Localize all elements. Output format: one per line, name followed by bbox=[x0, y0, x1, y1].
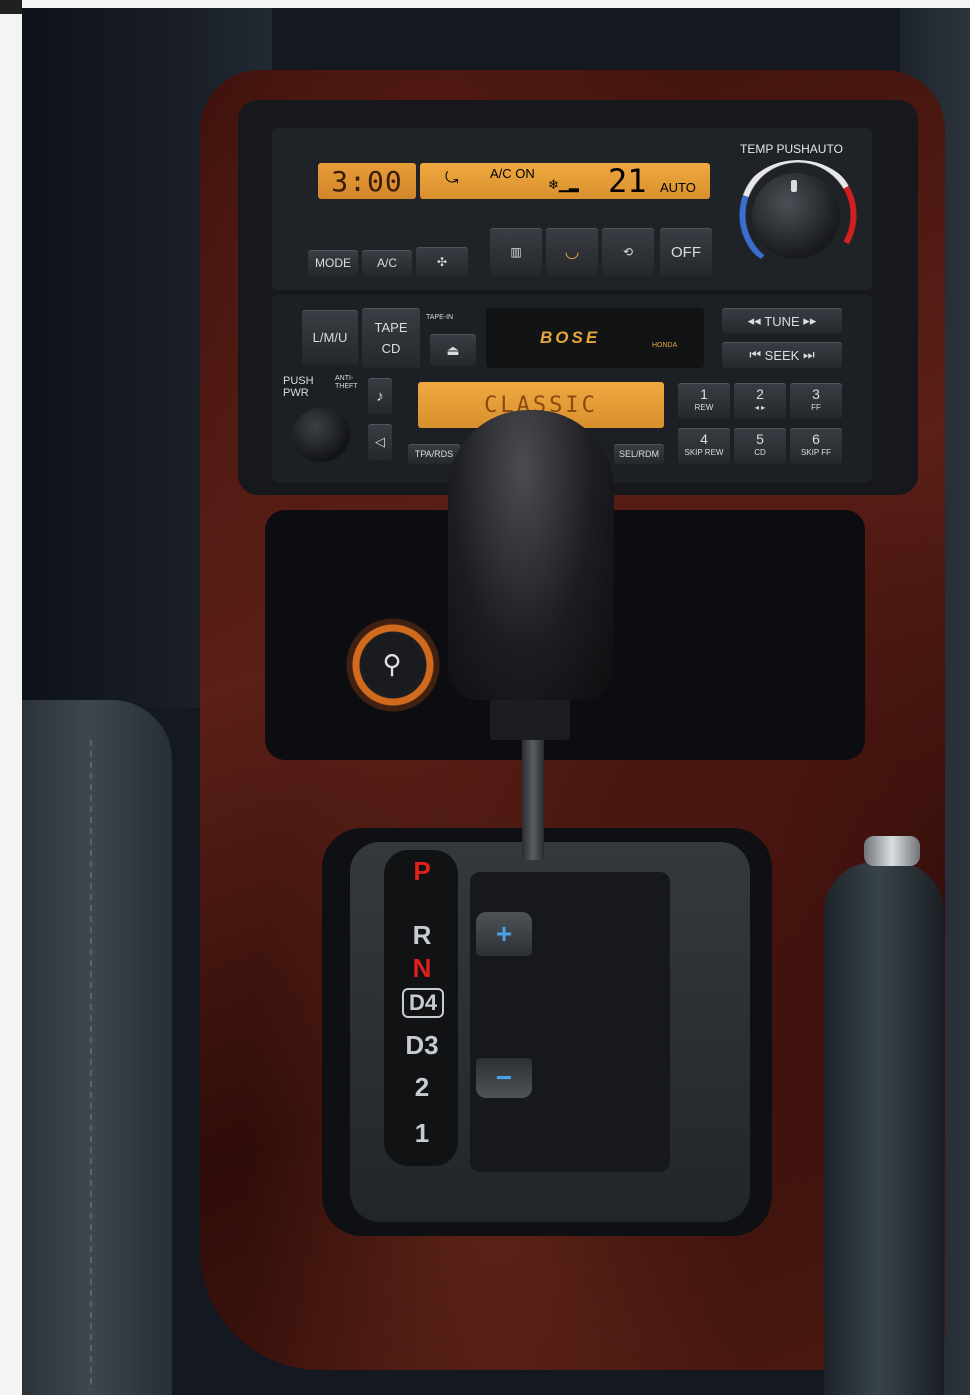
handbrake-lever[interactable] bbox=[824, 862, 944, 1395]
band-button[interactable]: L/M/U bbox=[302, 310, 358, 365]
preset-sub-label: ◂ ▸ bbox=[754, 403, 766, 412]
mode-button[interactable]: MODE bbox=[308, 250, 358, 276]
gear-1: 1 bbox=[414, 1118, 430, 1148]
preset-number: 6 bbox=[812, 431, 820, 447]
preset-4-button[interactable]: 4 SKIP REW bbox=[678, 428, 730, 464]
clock-display: 3:00 bbox=[318, 163, 416, 199]
push-pwr-label: PUSH PWR bbox=[283, 375, 314, 399]
power-volume-knob[interactable] bbox=[292, 408, 350, 462]
page-margin-left bbox=[0, 0, 22, 1395]
preset-sub-label: SKIP FF bbox=[800, 448, 832, 457]
ac-status-text: A/C ON bbox=[490, 166, 535, 181]
preset-sub-label: SKIP REW bbox=[684, 448, 724, 457]
recirculation-button[interactable]: ⟲ bbox=[602, 228, 654, 276]
fan-icon: ✣ bbox=[436, 255, 448, 269]
preset-number: 3 bbox=[812, 386, 820, 402]
speaker-button[interactable]: ◁ bbox=[368, 424, 392, 460]
seek-label: SEEK bbox=[764, 347, 800, 363]
gear-2: 2 bbox=[414, 1072, 430, 1102]
ac-button[interactable]: A/C bbox=[362, 250, 412, 276]
preset-number: 1 bbox=[700, 386, 708, 402]
preset-number: 5 bbox=[756, 431, 764, 447]
front-defrost-icon: ◡ bbox=[564, 242, 580, 261]
rear-defrost-icon: ▥ bbox=[510, 245, 522, 259]
preset-3-button[interactable]: 3 FF bbox=[790, 383, 842, 419]
sel-rdm-button[interactable]: SEL/RDM bbox=[614, 444, 664, 464]
fast-forward-icon: ▸▸ bbox=[799, 313, 817, 328]
tape-label: TAPE bbox=[374, 320, 408, 335]
honda-label: HONDA bbox=[652, 342, 678, 349]
preset-sub-label: REW bbox=[694, 403, 714, 412]
cigarette-lighter[interactable]: ⚲ bbox=[362, 634, 422, 694]
music-note-icon: ♪ bbox=[376, 387, 384, 405]
eject-button[interactable]: ⏏ bbox=[430, 334, 476, 366]
tune-button[interactable]: ◂◂ TUNE ▸▸ bbox=[722, 308, 842, 334]
preset-2-button[interactable]: 2 ◂ ▸ bbox=[734, 383, 786, 419]
seek-button[interactable]: ⏮ SEEK ⏭ bbox=[722, 342, 842, 368]
climate-off-button[interactable]: OFF bbox=[660, 228, 712, 276]
temp-knob-label: TEMP PUSHAUTO bbox=[740, 142, 843, 156]
cd-label: CD bbox=[381, 341, 401, 356]
handbrake-release-button[interactable] bbox=[864, 836, 920, 866]
recirculation-icon: ⟲ bbox=[622, 245, 634, 259]
lighter-icon: ⚲ bbox=[382, 648, 402, 679]
gear-r: R bbox=[412, 920, 432, 950]
vent-mode-icon: ⤿ bbox=[445, 170, 459, 187]
skip-back-icon: ⏮ bbox=[749, 347, 765, 362]
gear-p: P bbox=[413, 856, 431, 886]
gear-d4: D4 bbox=[402, 988, 444, 1018]
preset-number: 2 bbox=[756, 386, 764, 402]
gear-shift-knob[interactable] bbox=[448, 410, 614, 700]
preset-1-button[interactable]: 1 REW bbox=[678, 383, 730, 419]
temperature-readout: 21 bbox=[608, 162, 647, 200]
rear-defrost-button[interactable]: ▥ bbox=[490, 228, 542, 276]
preset-number: 4 bbox=[700, 431, 708, 447]
leather-seat bbox=[22, 700, 172, 1395]
bose-logo: BOSE bbox=[540, 328, 601, 347]
anti-theft-label: ANTI-THEFT bbox=[335, 375, 358, 390]
downshift-minus[interactable]: − bbox=[476, 1058, 532, 1098]
fan-speed-indicator: ❄▁▂ bbox=[548, 177, 579, 192]
preset-6-button[interactable]: 6 SKIP FF bbox=[790, 428, 842, 464]
fan-button[interactable]: ✣ bbox=[416, 247, 468, 277]
seat-stitching bbox=[90, 740, 92, 1390]
sound-button[interactable]: ♪ bbox=[368, 378, 392, 414]
knob-indicator bbox=[791, 180, 797, 192]
front-defrost-button[interactable]: ◡ bbox=[546, 228, 598, 276]
preset-sub-label: FF bbox=[811, 403, 821, 412]
preset-sub-label: CD bbox=[754, 448, 766, 457]
corner-mark bbox=[0, 0, 22, 14]
tape-in-label: TAPE-IN bbox=[426, 314, 454, 321]
preset-5-button[interactable]: 5 CD bbox=[734, 428, 786, 464]
shifter-shaft bbox=[522, 740, 544, 860]
tape-cd-button[interactable]: TAPE CD bbox=[362, 308, 420, 368]
rewind-icon: ◂◂ bbox=[747, 313, 765, 328]
gear-d3: D3 bbox=[405, 1030, 439, 1060]
speaker-icon: ◁ bbox=[375, 434, 385, 449]
page-margin-top bbox=[0, 0, 970, 8]
auto-mode-text: AUTO bbox=[660, 180, 696, 195]
eject-icon: ⏏ bbox=[446, 341, 460, 358]
upshift-plus[interactable]: + bbox=[476, 912, 532, 956]
skip-forward-icon: ⏭ bbox=[799, 347, 815, 362]
tune-label: TUNE bbox=[764, 313, 800, 329]
gear-n: N bbox=[412, 953, 432, 983]
